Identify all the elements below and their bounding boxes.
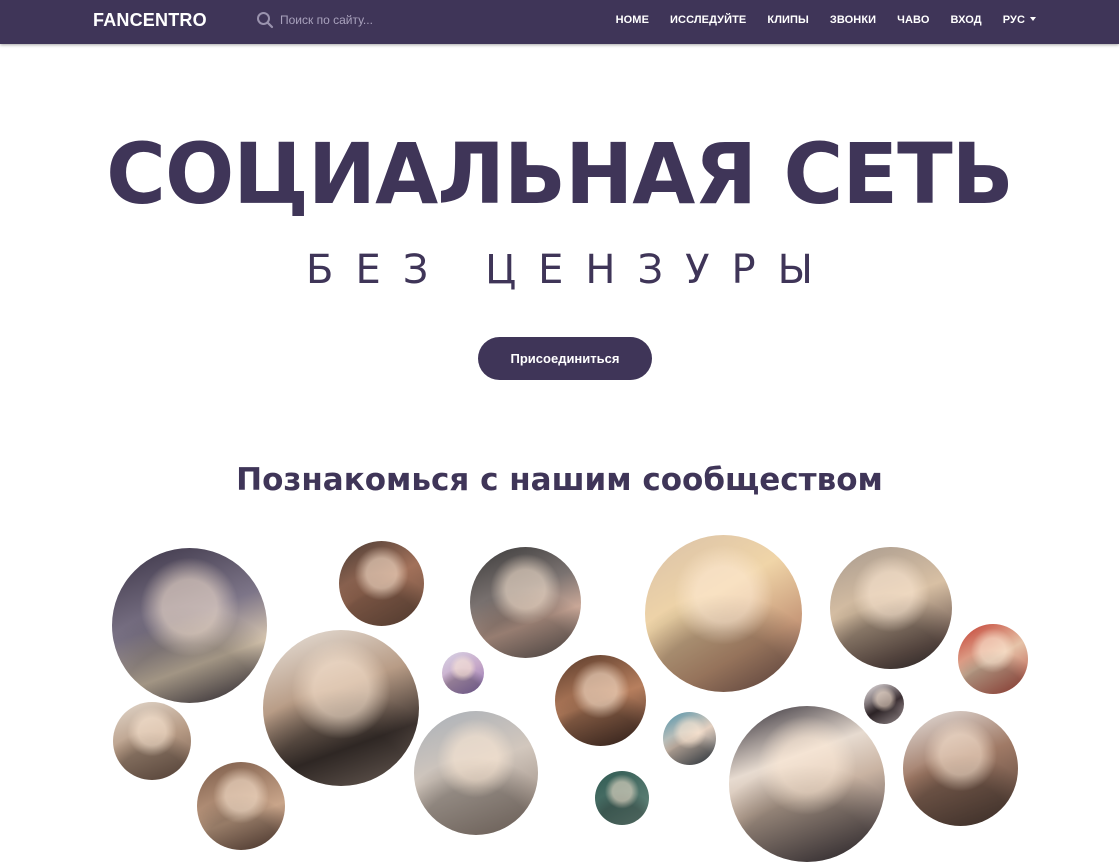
top-navigation-bar: FANCENTRO HOME ИССЛЕДУЙТЕ КЛИПЫ ЗВОНКИ Ч… — [0, 0, 1119, 44]
creator-avatar[interactable] — [339, 541, 424, 626]
join-button[interactable]: Присоединиться — [478, 337, 652, 380]
creator-avatar[interactable] — [864, 684, 904, 724]
creator-avatar[interactable] — [197, 762, 285, 850]
creator-avatar[interactable] — [645, 535, 802, 692]
creator-avatar[interactable] — [663, 712, 716, 765]
language-label: РУС — [1002, 14, 1025, 26]
creator-avatar[interactable] — [595, 771, 649, 825]
nav-item-calls[interactable]: ЗВОНКИ — [830, 14, 876, 26]
creator-avatar[interactable] — [903, 711, 1018, 826]
nav-item-explore[interactable]: ИССЛЕДУЙТЕ — [670, 14, 746, 26]
search-icon[interactable] — [256, 11, 274, 29]
chevron-down-icon — [1030, 17, 1036, 22]
hero-subtitle: БЕЗ ЦЕНЗУРЫ — [306, 247, 835, 293]
language-selector[interactable]: РУС — [1003, 14, 1036, 26]
creator-avatar[interactable] — [414, 711, 538, 835]
nav-item-clips[interactable]: КЛИПЫ — [767, 14, 809, 26]
creator-avatar[interactable] — [555, 655, 646, 746]
creator-avatar[interactable] — [442, 652, 484, 694]
nav-item-faq[interactable]: ЧАВО — [897, 14, 929, 26]
creator-avatar[interactable] — [830, 547, 952, 669]
community-section-title: Познакомься с нашим сообществом — [236, 462, 883, 498]
search-input[interactable] — [280, 9, 450, 31]
creator-avatar[interactable] — [113, 702, 191, 780]
site-logo[interactable]: FANCENTRO — [93, 10, 207, 31]
nav-item-home[interactable]: HOME — [616, 14, 649, 26]
creator-avatar[interactable] — [470, 547, 581, 658]
creator-avatar[interactable] — [112, 548, 267, 703]
creator-avatar[interactable] — [729, 706, 885, 862]
creator-avatar[interactable] — [263, 630, 419, 786]
hero-title: СОЦИАЛЬНАЯ СЕТЬ — [106, 125, 1014, 223]
creator-avatar[interactable] — [958, 624, 1028, 694]
nav-item-login[interactable]: ВХОД — [950, 14, 981, 26]
main-nav: HOME ИССЛЕДУЙТЕ КЛИПЫ ЗВОНКИ ЧАВО ВХОД Р… — [595, 14, 1036, 26]
